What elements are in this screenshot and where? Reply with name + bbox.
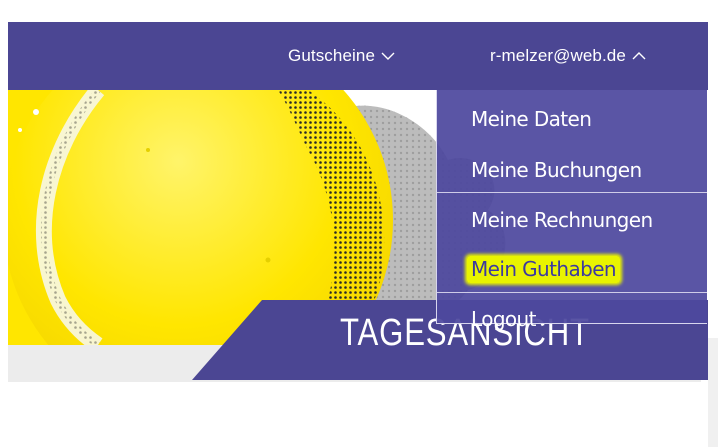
menu-divider <box>437 192 707 193</box>
menu-item-my-data[interactable]: Meine Daten <box>471 107 592 131</box>
menu-item-my-bookings[interactable]: Meine Buchungen <box>471 158 642 182</box>
menu-item-my-credit[interactable]: Mein Guthaben <box>467 256 620 283</box>
menu-item-my-invoices[interactable]: Meine Rechnungen <box>471 208 653 232</box>
vouchers-label: Gutscheine <box>288 46 375 65</box>
account-dropdown-menu: Meine Daten Meine Buchungen Meine Rechnu… <box>436 90 707 331</box>
chevron-down-icon <box>381 51 395 61</box>
top-navigation-bar: Gutscheine r-melzer@web.de <box>8 22 708 90</box>
menu-divider <box>437 292 707 293</box>
vouchers-menu[interactable]: Gutscheine <box>288 22 395 90</box>
menu-item-logout[interactable]: Logout <box>471 307 536 331</box>
scrollbar-track[interactable] <box>708 338 718 447</box>
account-label: r-melzer@web.de <box>490 46 626 65</box>
account-menu[interactable]: r-melzer@web.de <box>490 22 646 90</box>
highlighted-label: Mein Guthaben <box>467 256 620 283</box>
chevron-up-icon <box>632 51 646 61</box>
